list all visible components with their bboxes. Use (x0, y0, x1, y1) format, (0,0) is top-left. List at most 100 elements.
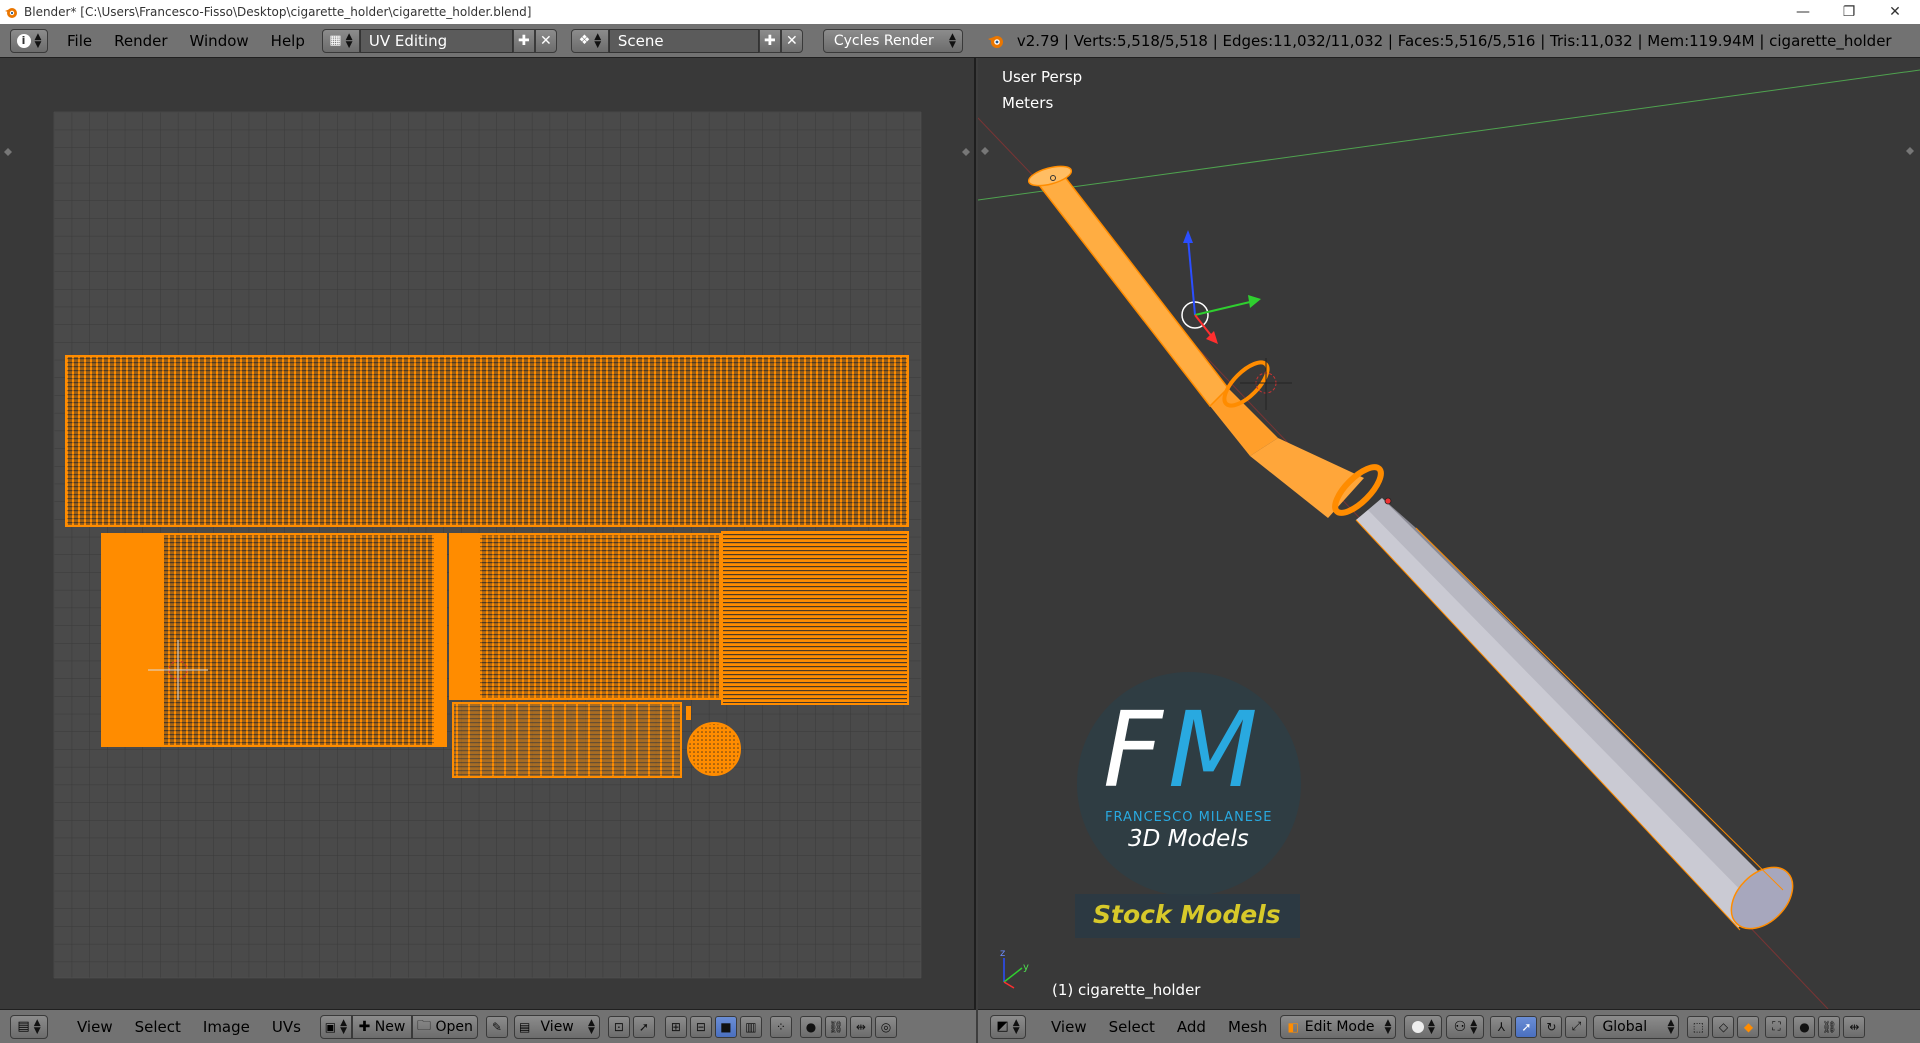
screen-layout-field[interactable]: UV Editing (359, 28, 513, 53)
render-slot-button[interactable]: ◎ (874, 1015, 897, 1038)
close-button[interactable]: ✕ (1872, 0, 1918, 24)
menu-help[interactable]: Help (260, 32, 316, 50)
3d-viewport[interactable]: z y User Persp Meters (1) cigarette_hold… (978, 58, 1920, 1009)
live-unwrap-button[interactable]: ⇹ (849, 1015, 872, 1038)
scene-field[interactable]: Scene (608, 28, 759, 53)
restore-button[interactable]: ❐ (1826, 0, 1872, 24)
pin-image-button[interactable]: ✎ (485, 1015, 508, 1038)
uv-menu-image[interactable]: Image (192, 1018, 261, 1036)
viewport-menu-add[interactable]: Add (1166, 1018, 1217, 1036)
snap-toggle-button[interactable]: ⛓ (1818, 1015, 1841, 1038)
uv-island-main-band[interactable] (65, 355, 909, 527)
select-vertex-button[interactable]: ⊞ (664, 1015, 687, 1038)
remove-layout-button[interactable]: ✕ (534, 28, 557, 53)
pivot-point-icon: ⚇ (1453, 1018, 1467, 1035)
uv-island-left-block[interactable] (101, 533, 447, 747)
panel-corner-handle[interactable] (981, 147, 989, 155)
render-engine-dropdown[interactable]: Cycles Render ▲ ▼ (822, 28, 963, 53)
chevron-updown-icon: ▲ ▼ (34, 31, 42, 50)
uv-island-cap-circle[interactable] (687, 722, 741, 776)
panel-corner-handle[interactable] (1906, 147, 1914, 155)
blender-logo-icon (987, 35, 1003, 48)
select-island-button[interactable]: ▥ (739, 1015, 762, 1038)
uv-editor-type-button[interactable]: ▤ ▲ ▼ (10, 1014, 48, 1039)
render-engine-label: Cycles Render (833, 32, 934, 49)
sticky-select-button[interactable]: ➚ (632, 1015, 655, 1038)
arrow-icon: ➚ (1521, 1019, 1532, 1034)
rotate-manipulator-button[interactable]: ↻ (1540, 1015, 1563, 1038)
proportional-edit-button[interactable]: ● (1793, 1015, 1816, 1038)
occlude-geometry-button[interactable]: ⛶ (1765, 1015, 1788, 1038)
edge-select-button[interactable]: ◇ (1712, 1015, 1735, 1038)
transform-manipulator[interactable] (1181, 230, 1261, 344)
close-icon: ✕ (786, 32, 798, 49)
minimize-button[interactable]: — (1780, 0, 1826, 24)
view-mode-dropdown[interactable]: ▤ View ▲ ▼ (513, 1014, 600, 1039)
uv-sync-button[interactable]: ⛓ (824, 1015, 847, 1038)
cigarette-holder-stem[interactable] (1355, 498, 1804, 940)
z-axis-arrow[interactable] (1183, 230, 1193, 243)
remove-scene-button[interactable]: ✕ (780, 28, 803, 53)
open-image-button[interactable]: 🗀 Open (411, 1014, 478, 1039)
uv-image-editor[interactable] (0, 58, 976, 1009)
transform-orientation-dropdown[interactable]: Global ▲ ▼ (1593, 1014, 1680, 1039)
screen-layout-picker[interactable]: ▦ ▲ ▼ (321, 28, 360, 53)
viewport-menu-view[interactable]: View (1040, 1018, 1098, 1036)
svg-text:y: y (1023, 962, 1029, 973)
close-icon: ✕ (540, 32, 552, 49)
editor-type-button[interactable]: i ▲ ▼ (10, 28, 48, 53)
pivot-point-dropdown[interactable]: ⚇ ▲ ▼ (1446, 1014, 1485, 1039)
face-select-button[interactable]: ◆ (1737, 1015, 1760, 1038)
pivot-button[interactable]: ⊡ (607, 1015, 630, 1038)
uv-island-middle-block[interactable] (449, 533, 721, 700)
edge-select-icon: ◇ (1718, 1019, 1729, 1034)
viewport-editor-type-button[interactable]: ◩ ▲ ▼ (990, 1014, 1026, 1039)
viewport-canvas[interactable]: z y (978, 58, 1920, 1009)
new-image-button[interactable]: ✚ New (351, 1014, 412, 1039)
select-edge-button[interactable]: ⊟ (689, 1015, 712, 1038)
image-browse-button[interactable]: ▣ ▲ ▼ (319, 1014, 352, 1039)
pivot-icon: ⊡ (613, 1019, 624, 1034)
occlude-icon: ⛶ (1772, 1019, 1781, 1033)
blender-logo-icon (5, 8, 17, 18)
vertex-select-button[interactable]: ⬚ (1687, 1015, 1710, 1038)
manipulator-icon: ⅄ (1497, 1019, 1506, 1034)
manipulator-toggle[interactable]: ⅄ (1490, 1015, 1513, 1038)
watermark-monogram-m: M (1168, 689, 1258, 811)
scene-picker[interactable]: ❖ ▲ ▼ (570, 28, 609, 53)
y-axis-arrow[interactable] (1248, 295, 1261, 308)
menu-render[interactable]: Render (103, 32, 178, 50)
select-face-button[interactable]: ■ (714, 1015, 737, 1038)
snap-element-button[interactable]: ⇹ (1843, 1015, 1866, 1038)
pin-icon: ✎ (491, 1019, 502, 1034)
uv-menu-uvs[interactable]: UVs (261, 1018, 312, 1036)
active-object-label: (1) cigarette_holder (1052, 981, 1201, 999)
uv-menu-view[interactable]: View (66, 1018, 124, 1036)
viewport-menu-mesh[interactable]: Mesh (1217, 1018, 1279, 1036)
shading-dropdown[interactable]: ▲ ▼ (1404, 1014, 1443, 1039)
window-titlebar: Blender* [C:\Users\Francesco-Fisso\Deskt… (0, 0, 1920, 24)
uv-menu-select[interactable]: Select (124, 1018, 192, 1036)
uv-canvas[interactable] (0, 58, 976, 1009)
proportional-edit-button[interactable]: ● (799, 1015, 822, 1038)
layout-grid-icon: ▦ (329, 33, 342, 48)
uv-island-right-block[interactable] (721, 531, 909, 705)
orientation-label: Global (1602, 1018, 1648, 1035)
face-select-icon: ■ (720, 1019, 732, 1034)
snap-element-icon: ⇹ (1849, 1019, 1860, 1034)
panel-corner-handle[interactable] (962, 148, 970, 156)
add-layout-button[interactable]: ✚ (512, 28, 535, 53)
uv-island-small-block[interactable] (452, 702, 691, 778)
scale-manipulator-button[interactable]: ⤢ (1565, 1015, 1588, 1038)
translate-manipulator-button[interactable]: ➚ (1515, 1015, 1538, 1038)
chevron-updown-icon: ▲ ▼ (1470, 1017, 1478, 1036)
menu-window[interactable]: Window (179, 32, 260, 50)
viewport-menu-select[interactable]: Select (1098, 1018, 1166, 1036)
snap-element-button[interactable]: ⁘ (769, 1015, 792, 1038)
panel-corner-handle[interactable] (4, 148, 12, 156)
menu-file[interactable]: File (56, 32, 103, 50)
image-editor-icon: ▤ (17, 1019, 30, 1034)
mode-dropdown[interactable]: ◧ Edit Mode ▲ ▼ (1280, 1014, 1397, 1039)
add-scene-button[interactable]: ✚ (758, 28, 781, 53)
cigarette-holder-mouthpiece[interactable] (1027, 163, 1392, 520)
